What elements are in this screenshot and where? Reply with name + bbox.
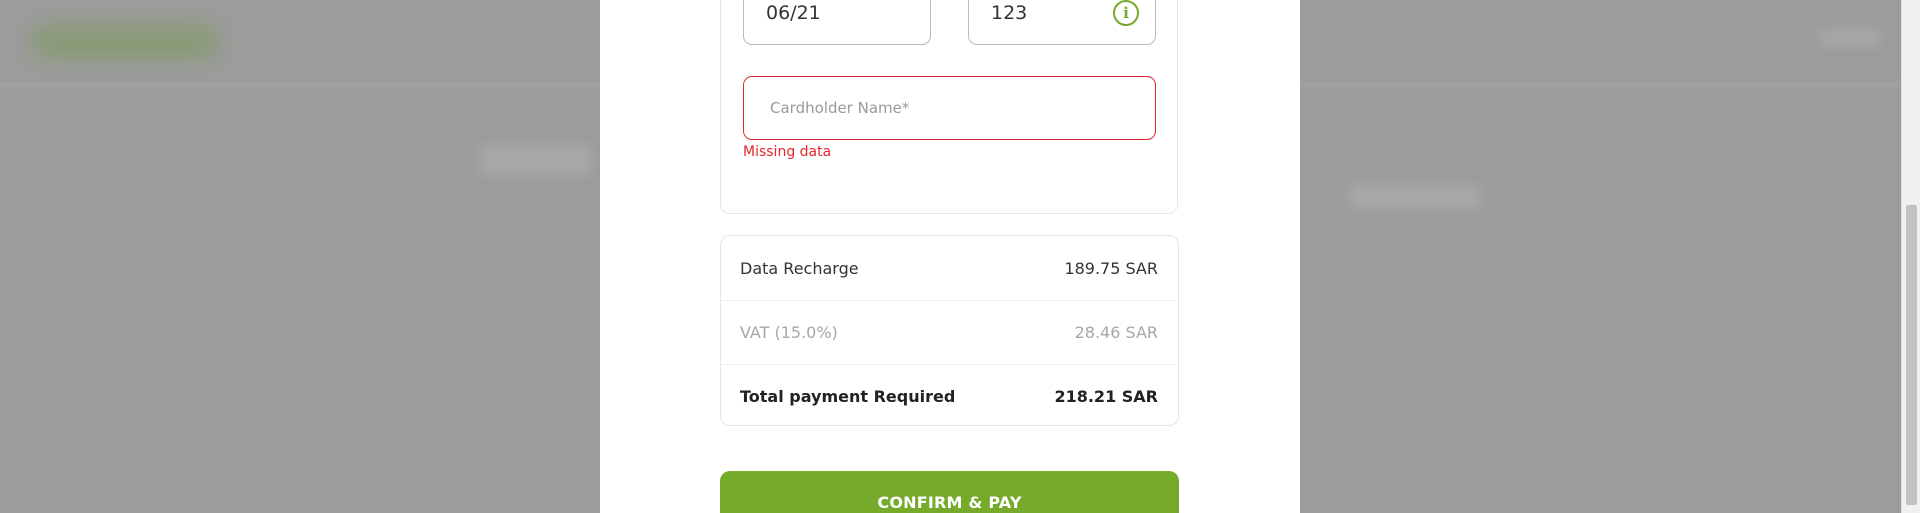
summary-row-vat: VAT (15.0%) 28.46 SAR (721, 300, 1178, 364)
background-blur-block (1820, 30, 1880, 46)
summary-row-total: Total payment Required 218.21 SAR (721, 364, 1178, 428)
background-logo (30, 24, 220, 60)
summary-amount: 189.75 SAR (1064, 258, 1158, 278)
expiry-date-value: 06/21 (766, 2, 821, 24)
expiry-date-field[interactable]: 06/21 (743, 0, 931, 45)
summary-amount: 28.46 SAR (1074, 323, 1158, 342)
scrollbar-thumb[interactable] (1906, 205, 1917, 505)
card-details-section: 06/21 123 i Cardholder Name* Missing dat… (720, 0, 1178, 214)
summary-total-amount: 218.21 SAR (1054, 387, 1158, 406)
cardholder-error-message: Missing data (743, 144, 832, 160)
summary-row-data-recharge: Data Recharge 189.75 SAR (721, 236, 1178, 300)
summary-label: Data Recharge (740, 258, 859, 278)
payment-summary: Data Recharge 189.75 SAR VAT (15.0%) 28.… (720, 235, 1179, 426)
summary-total-label: Total payment Required (740, 387, 956, 406)
page-scrollbar[interactable] (1901, 0, 1920, 513)
cvv-value: 123 (991, 2, 1028, 24)
info-icon[interactable]: i (1113, 0, 1139, 26)
confirm-pay-button[interactable]: CONFIRM & PAY (720, 471, 1179, 513)
payment-modal: 06/21 123 i Cardholder Name* Missing dat… (600, 0, 1300, 513)
cardholder-name-placeholder: Cardholder Name* (770, 99, 910, 117)
background-blur-block (480, 145, 590, 175)
cardholder-name-field[interactable]: Cardholder Name* (743, 76, 1156, 140)
cvv-field[interactable]: 123 i (968, 0, 1156, 45)
summary-label: VAT (15.0%) (740, 323, 838, 342)
background-blur-block (1350, 185, 1480, 209)
